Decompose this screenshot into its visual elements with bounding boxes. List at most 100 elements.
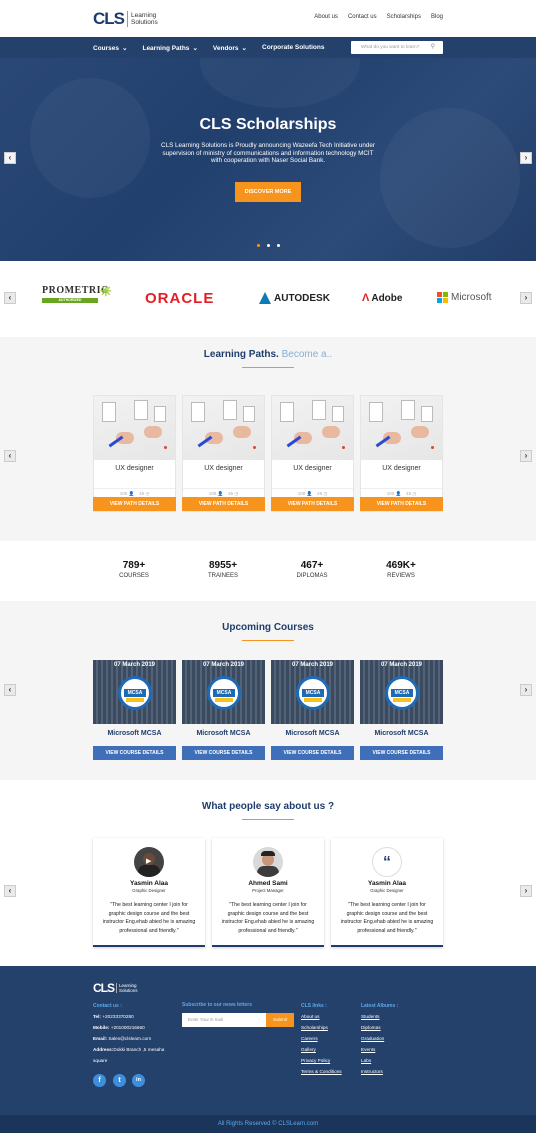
linkedin-icon[interactable]: in bbox=[132, 1074, 145, 1087]
play-icon[interactable]: ▶ bbox=[146, 857, 151, 865]
view-path-details-button[interactable]: VIEW PATH DETAILS bbox=[182, 497, 265, 511]
newsletter-submit-button[interactable]: Submit bbox=[266, 1013, 294, 1027]
prometric-logo: PROMETRIC AUTHORIZED bbox=[42, 285, 109, 303]
autodesk-icon bbox=[259, 292, 271, 304]
album-link-events[interactable]: Events bbox=[361, 1047, 375, 1052]
path-title: UX designer bbox=[115, 465, 154, 472]
paths-prev-arrow-icon[interactable]: ‹ bbox=[4, 450, 16, 462]
twitter-icon[interactable]: t bbox=[113, 1074, 126, 1087]
view-course-details-button[interactable]: VIEW COURSE DETAILS bbox=[182, 746, 265, 760]
course-card[interactable]: 07 March 2019 MCSA Microsoft MCSA VIEW C… bbox=[271, 660, 354, 760]
top-link-blog[interactable]: Blog bbox=[431, 14, 443, 20]
search-icon[interactable]: ⚲ bbox=[431, 43, 435, 50]
courses-prev-arrow-icon[interactable]: ‹ bbox=[4, 684, 16, 696]
mcsa-badge-icon: MCSA bbox=[118, 676, 152, 710]
testimonials-prev-arrow-icon[interactable]: ‹ bbox=[4, 885, 16, 897]
album-link-students[interactable]: Students bbox=[361, 1014, 380, 1019]
slider-dot[interactable] bbox=[257, 244, 260, 247]
top-link-scholarships[interactable]: Scholarships bbox=[387, 14, 421, 20]
oracle-logo: ORACLE bbox=[145, 290, 215, 307]
hero-prev-arrow-icon[interactable]: ‹ bbox=[4, 152, 16, 164]
contact-address-line-2: square bbox=[93, 1058, 108, 1063]
testimonial-card: “ Yasmin Alaa Graphic Designer "The best… bbox=[331, 838, 443, 947]
course-card-image: 07 March 2019 MCSA bbox=[360, 660, 443, 724]
top-link-about[interactable]: About us bbox=[314, 14, 338, 20]
hero-next-arrow-icon[interactable]: › bbox=[520, 152, 532, 164]
album-link-diplomas[interactable]: Diplomas bbox=[361, 1025, 381, 1030]
testimonial-role: Project Manager bbox=[252, 888, 284, 893]
contact-heading: Contact us : bbox=[93, 1003, 122, 1009]
course-card-image: 07 March 2019 MCSA bbox=[93, 660, 176, 724]
footer-link-privacy[interactable]: Privacy Policy bbox=[301, 1058, 330, 1063]
partners-prev-arrow-icon[interactable]: ‹ bbox=[4, 292, 16, 304]
course-card[interactable]: 07 March 2019 MCSA Microsoft MCSA VIEW C… bbox=[360, 660, 443, 760]
nav-label: Courses bbox=[93, 45, 120, 52]
nav-item-courses[interactable]: Courses ⌄ bbox=[93, 44, 127, 52]
path-card[interactable]: UX designer 100 👤 45 ◷ VIEW PATH DETAILS bbox=[360, 395, 443, 512]
albums-heading: Latest Albums : bbox=[361, 1003, 399, 1009]
heading-underline bbox=[242, 819, 294, 820]
course-title: Microsoft MCSA bbox=[374, 730, 429, 737]
footer-link-terms[interactable]: Terms & Conditions bbox=[301, 1069, 342, 1074]
stat-diplomas: 467+ DIPLOMAS bbox=[272, 560, 352, 579]
course-date: 07 March 2019 bbox=[202, 662, 245, 668]
footer-logo[interactable]: CLS Learning Solutions bbox=[93, 981, 138, 995]
search-input[interactable]: What do you want to learn? ⚲ bbox=[351, 41, 443, 54]
badge-label: MCSA bbox=[302, 689, 324, 697]
view-course-details-button[interactable]: VIEW COURSE DETAILS bbox=[271, 746, 354, 760]
path-meta: 100 👤 45 ◷ bbox=[361, 488, 442, 497]
album-link-instructors[interactable]: Instructors bbox=[361, 1069, 383, 1074]
facebook-icon[interactable]: f bbox=[93, 1074, 106, 1087]
nav-item-vendors[interactable]: Vendors ⌄ bbox=[213, 44, 247, 52]
nav-item-learning-paths[interactable]: Learning Paths ⌄ bbox=[142, 44, 197, 52]
course-card[interactable]: 07 March 2019 MCSA Microsoft MCSA VIEW C… bbox=[182, 660, 265, 760]
view-path-details-button[interactable]: VIEW PATH DETAILS bbox=[93, 497, 176, 511]
path-title: UX designer bbox=[382, 465, 421, 472]
path-meta: 100 👤 45 ◷ bbox=[272, 488, 353, 497]
search-placeholder: What do you want to learn? bbox=[361, 45, 420, 50]
footer-link-gallery[interactable]: Gallery bbox=[301, 1047, 316, 1052]
slider-dot[interactable] bbox=[277, 244, 280, 247]
main-nav: Courses ⌄ Learning Paths ⌄ Vendors ⌄ Corpor… bbox=[0, 37, 536, 58]
top-link-contact[interactable]: Contact us bbox=[348, 14, 377, 20]
view-course-details-button[interactable]: VIEW COURSE DETAILS bbox=[360, 746, 443, 760]
copyright-bar: All Rights Reserved © CLSLearn.com bbox=[0, 1115, 536, 1133]
discover-more-button[interactable]: DISCOVER MORE bbox=[235, 182, 301, 202]
course-title: Microsoft MCSA bbox=[107, 730, 162, 737]
path-card[interactable]: UX designer 100 👤 45 ◷ VIEW PATH DETAILS bbox=[182, 395, 265, 512]
album-link-graduation[interactable]: Graduation bbox=[361, 1036, 384, 1041]
footer-link-careers[interactable]: Careers bbox=[301, 1036, 318, 1041]
stat-trainees: 8955+ TRAINEES bbox=[183, 560, 263, 579]
microsoft-text: Microsoft bbox=[451, 292, 492, 303]
avatar bbox=[253, 847, 283, 877]
nav-item-corporate[interactable]: Corporate Solutions bbox=[262, 44, 324, 52]
testimonial-role: Graphic Designer bbox=[370, 888, 404, 893]
footer-link-about[interactable]: About us bbox=[301, 1014, 320, 1019]
courses-next-arrow-icon[interactable]: › bbox=[520, 684, 532, 696]
view-path-details-button[interactable]: VIEW PATH DETAILS bbox=[360, 497, 443, 511]
logo-mark: CLS bbox=[93, 9, 125, 28]
view-path-details-button[interactable]: VIEW PATH DETAILS bbox=[271, 497, 354, 511]
footer-link-scholarships[interactable]: Scholarships bbox=[301, 1025, 328, 1030]
heading-main: Learning Paths. bbox=[203, 349, 279, 360]
upcoming-courses-heading: Upcoming Courses bbox=[222, 622, 314, 633]
album-link-labs[interactable]: Labs bbox=[361, 1058, 371, 1063]
path-meta: 100 👤 45 ◷ bbox=[94, 488, 175, 497]
paths-next-arrow-icon[interactable]: › bbox=[520, 450, 532, 462]
badge-label: MCSA bbox=[213, 689, 235, 697]
path-card[interactable]: UX designer 100 👤 45 ◷ VIEW PATH DETAILS bbox=[93, 395, 176, 512]
testimonial-role: Graphic Designer bbox=[132, 888, 166, 893]
slider-dot[interactable] bbox=[267, 244, 270, 247]
path-card[interactable]: UX designer 100 👤 45 ◷ VIEW PATH DETAILS bbox=[271, 395, 354, 512]
avatar: ▶ bbox=[134, 847, 164, 877]
testimonial-quote: "The best learning center I join for gra… bbox=[340, 902, 434, 934]
course-card[interactable]: 07 March 2019 MCSA Microsoft MCSA VIEW C… bbox=[93, 660, 176, 760]
testimonials-next-arrow-icon[interactable]: › bbox=[520, 885, 532, 897]
partners-carousel: ‹ PROMETRIC AUTHORIZED ✳ ORACLE AUTODESK… bbox=[0, 261, 536, 337]
newsletter-email-input[interactable]: Enter Your E-mail bbox=[182, 1013, 266, 1027]
site-logo[interactable]: CLS Learning Solutions bbox=[93, 9, 158, 29]
stat-number: 789+ bbox=[122, 560, 146, 571]
testimonial-name: Yasmin Alaa bbox=[129, 880, 169, 887]
view-course-details-button[interactable]: VIEW COURSE DETAILS bbox=[93, 746, 176, 760]
partners-next-arrow-icon[interactable]: › bbox=[520, 292, 532, 304]
